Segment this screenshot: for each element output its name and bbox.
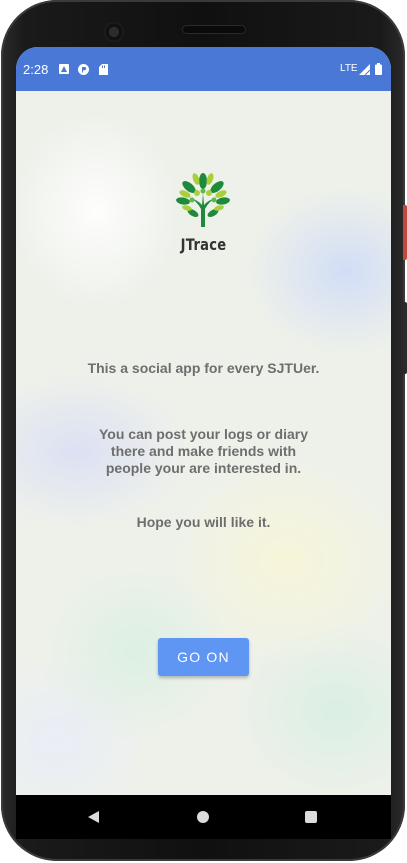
back-icon[interactable] <box>88 811 99 823</box>
tree-logo-icon <box>171 171 235 227</box>
go-on-button[interactable]: GO ON <box>158 638 249 676</box>
signal-icon <box>359 64 371 78</box>
intro-line: This a social app for every SJTUer. <box>87 360 320 376</box>
volume-button[interactable] <box>403 302 407 374</box>
status-time: 2:28 <box>23 62 49 77</box>
front-camera <box>104 22 124 42</box>
network-label: LTE <box>340 63 358 74</box>
battery-icon <box>375 63 382 78</box>
sd-card-icon <box>99 64 108 78</box>
status-a-icon <box>59 64 69 77</box>
recents-icon[interactable] <box>305 811 317 823</box>
navigation-bar <box>16 795 391 839</box>
description-paragraph: You can post your logs or diary there an… <box>16 426 391 477</box>
earpiece-speaker <box>182 25 246 34</box>
description-line-2: there and make friends with <box>110 443 297 459</box>
welcome-content: JTrace This a social app for every SJTUe… <box>16 91 391 795</box>
status-p-icon <box>78 64 89 78</box>
description-line-1: You can post your logs or diary <box>99 426 308 442</box>
app-name: JTrace <box>180 235 227 254</box>
home-icon[interactable] <box>197 811 209 823</box>
power-button[interactable] <box>403 205 407 260</box>
screen: 2:28 LTE JTrace This a social app for ev… <box>16 47 391 795</box>
closing-line: Hope you will like it. <box>136 514 271 530</box>
status-bar: 2:28 LTE <box>16 47 391 91</box>
description-line-3: people your are interested in. <box>105 460 302 476</box>
